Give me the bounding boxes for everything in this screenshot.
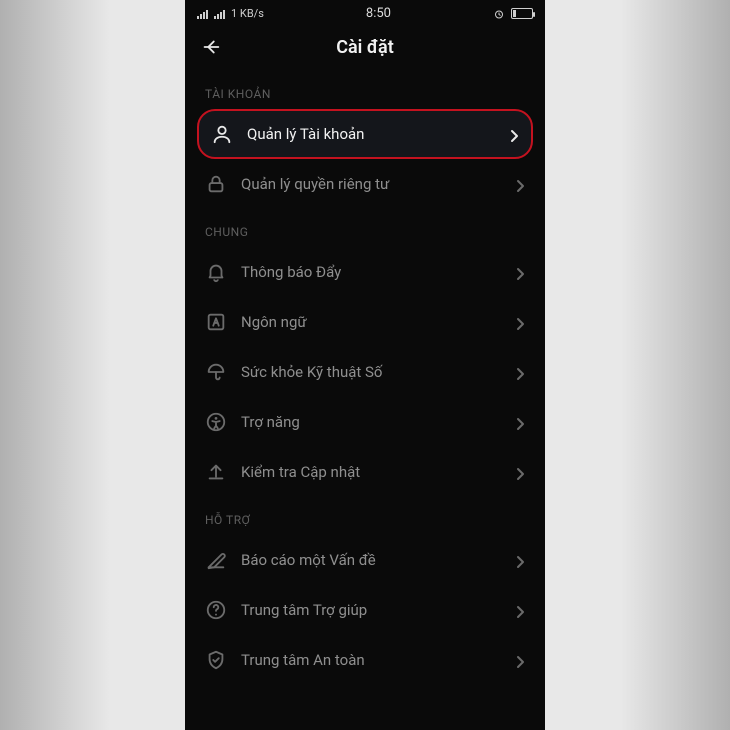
row-safety-center[interactable]: Trung tâm An toàn bbox=[185, 635, 545, 685]
section-header-general: CHUNG bbox=[185, 209, 545, 247]
report-icon bbox=[205, 549, 227, 571]
section-header-support: HỖ TRỢ bbox=[185, 497, 545, 535]
lock-icon bbox=[205, 173, 227, 195]
row-label: Trung tâm Trợ giúp bbox=[241, 601, 501, 619]
alarm-icon bbox=[493, 8, 505, 20]
row-label: Báo cáo một Vấn đề bbox=[241, 551, 501, 569]
row-label: Quản lý Tài khoản bbox=[247, 125, 495, 143]
row-accessibility[interactable]: Trợ năng bbox=[185, 397, 545, 447]
row-label: Thông báo Đẩy bbox=[241, 263, 501, 281]
chevron-right-icon bbox=[515, 417, 525, 427]
chevron-right-icon bbox=[515, 317, 525, 327]
page-title: Cài đặt bbox=[336, 37, 394, 58]
row-label: Trợ năng bbox=[241, 413, 501, 431]
chevron-right-icon bbox=[515, 367, 525, 377]
status-bar: 1 KB/s 8:50 bbox=[185, 0, 545, 23]
row-label: Quản lý quyền riêng tư bbox=[241, 175, 501, 193]
status-left: 1 KB/s bbox=[197, 7, 264, 20]
row-report-problem[interactable]: Báo cáo một Vấn đề bbox=[185, 535, 545, 585]
chevron-right-icon bbox=[515, 555, 525, 565]
chevron-right-icon bbox=[515, 467, 525, 477]
umbrella-icon bbox=[205, 361, 227, 383]
section-header-account: TÀI KHOẢN bbox=[185, 71, 545, 109]
row-privacy[interactable]: Quản lý quyền riêng tư bbox=[185, 159, 545, 209]
row-label: Ngôn ngữ bbox=[241, 313, 501, 331]
row-label: Sức khỏe Kỹ thuật Số bbox=[241, 363, 501, 381]
net-speed: 1 KB/s bbox=[231, 7, 264, 20]
nav-bar: Cài đặt bbox=[185, 23, 545, 71]
status-time: 8:50 bbox=[366, 6, 391, 21]
battery-icon bbox=[511, 8, 533, 19]
chevron-right-icon bbox=[515, 605, 525, 615]
back-arrow-icon bbox=[200, 36, 222, 58]
row-manage-account[interactable]: Quản lý Tài khoản bbox=[197, 109, 533, 159]
bell-icon bbox=[205, 261, 227, 283]
row-language[interactable]: Ngôn ngữ bbox=[185, 297, 545, 347]
chevron-right-icon bbox=[515, 179, 525, 189]
language-icon bbox=[205, 311, 227, 333]
update-icon bbox=[205, 461, 227, 483]
row-label: Trung tâm An toàn bbox=[241, 651, 501, 669]
chevron-right-icon bbox=[515, 267, 525, 277]
shield-icon bbox=[205, 649, 227, 671]
row-check-update[interactable]: Kiểm tra Cập nhật bbox=[185, 447, 545, 497]
row-push-notifications[interactable]: Thông báo Đẩy bbox=[185, 247, 545, 297]
row-digital-wellbeing[interactable]: Sức khỏe Kỹ thuật Số bbox=[185, 347, 545, 397]
signal-icon-2 bbox=[214, 9, 225, 19]
accessibility-icon bbox=[205, 411, 227, 433]
user-icon bbox=[211, 123, 233, 145]
status-right bbox=[493, 8, 533, 20]
row-help-center[interactable]: Trung tâm Trợ giúp bbox=[185, 585, 545, 635]
chevron-right-icon bbox=[509, 129, 519, 139]
phone-frame: 1 KB/s 8:50 Cài đặt TÀI KHOẢN bbox=[185, 0, 545, 730]
signal-icon bbox=[197, 9, 208, 19]
row-label: Kiểm tra Cập nhật bbox=[241, 463, 501, 481]
back-button[interactable] bbox=[199, 35, 223, 59]
help-icon bbox=[205, 599, 227, 621]
chevron-right-icon bbox=[515, 655, 525, 665]
